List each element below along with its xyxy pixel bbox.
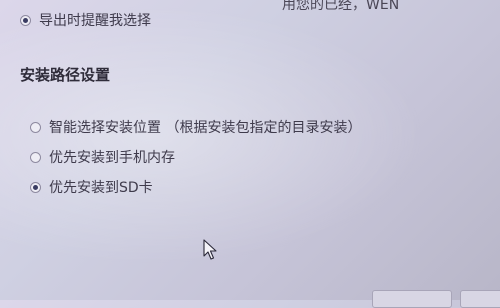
install-option-phone-memory[interactable]: 优先安装到手机内存 xyxy=(30,147,175,167)
bottom-left-button[interactable] xyxy=(372,290,452,308)
install-option-smart[interactable]: 智能选择安装位置 （根据安装包指定的目录安装） xyxy=(30,117,361,137)
export-prompt-radio[interactable] xyxy=(20,14,31,26)
install-path-section-title: 安装路径设置 xyxy=(20,66,111,84)
install-option-smart-label: 智能选择安装位置 （根据安装包指定的目录安装） xyxy=(49,120,362,136)
clipped-top-text: 用您的已经，WEN xyxy=(282,0,400,13)
install-option-sd-card[interactable]: 优先安装到SD卡 xyxy=(30,177,153,197)
install-option-phone-memory-label: 优先安装到手机内存 xyxy=(49,150,175,166)
mouse-pointer-icon xyxy=(203,239,217,260)
install-option-smart-radio[interactable] xyxy=(30,121,41,133)
bottom-right-button[interactable] xyxy=(460,290,500,308)
export-prompt-option[interactable]: 导出时提醒我选择 xyxy=(20,10,151,30)
install-option-phone-memory-radio[interactable] xyxy=(30,151,41,163)
install-option-sd-card-label: 优先安装到SD卡 xyxy=(49,180,153,196)
export-prompt-label: 导出时提醒我选择 xyxy=(39,13,151,29)
install-option-sd-card-radio[interactable] xyxy=(30,181,41,193)
